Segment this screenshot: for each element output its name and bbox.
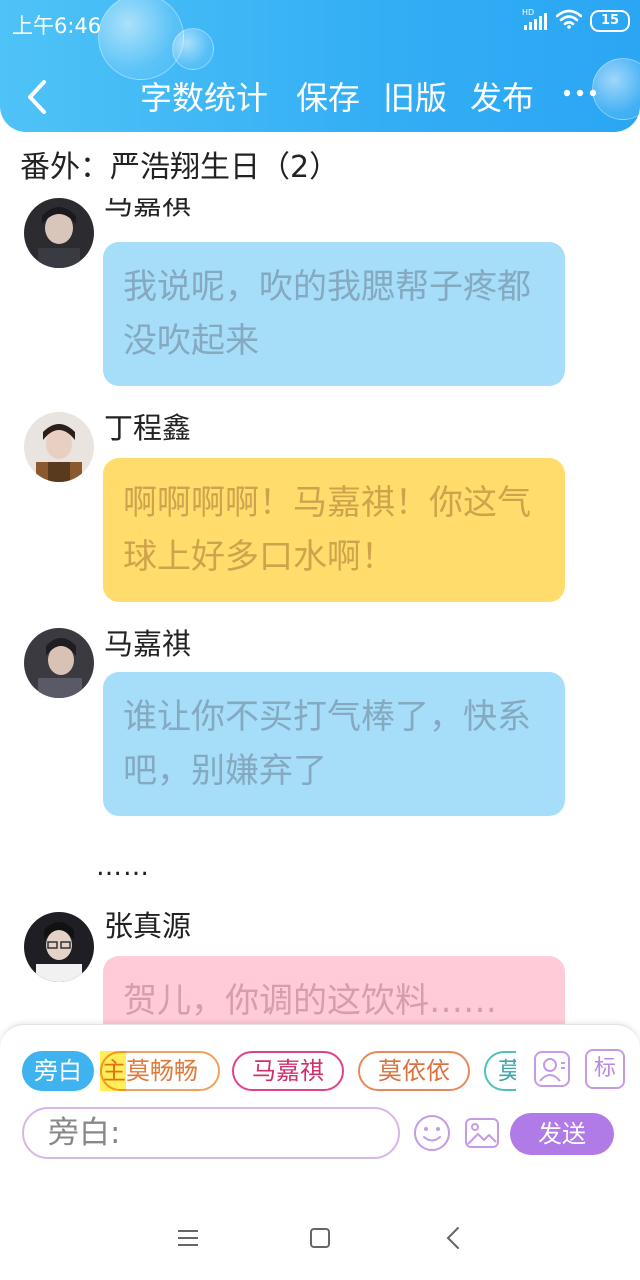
- tag-button[interactable]: 标: [585, 1049, 625, 1089]
- chevron-left-icon: [446, 1227, 459, 1249]
- square-home-icon: [310, 1228, 330, 1248]
- avatar[interactable]: [24, 198, 94, 268]
- word-count-button[interactable]: 字数统计: [140, 78, 268, 118]
- app-header: 上午6:46 HD 15 字数统计 保存 旧版 发布: [0, 0, 640, 132]
- message-item: 张真源 贺儿，你调的这饮料……: [0, 908, 640, 1024]
- composer-panel: 旁白 主莫畅畅 马嘉祺 莫依依 莫 标 旁白: 发送: [0, 1024, 640, 1199]
- avatar-photo: [24, 912, 94, 982]
- speaker-name: 丁程鑫: [104, 411, 192, 445]
- message-input[interactable]: 旁白:: [22, 1107, 400, 1159]
- image-button[interactable]: [462, 1113, 502, 1153]
- speaker-name: 马嘉祺: [104, 198, 192, 221]
- emoji-button[interactable]: [412, 1113, 452, 1153]
- hd-label: HD: [522, 8, 535, 17]
- avatar-photo: [24, 198, 94, 268]
- status-time: 上午6:46: [12, 14, 102, 38]
- menu-icon: [178, 1230, 198, 1246]
- status-bar: 上午6:46 HD 15: [0, 0, 640, 46]
- battery-icon: 15: [590, 10, 630, 32]
- system-navigation-bar: [0, 1198, 640, 1280]
- role-chip-majiaqi[interactable]: 马嘉祺: [232, 1051, 344, 1091]
- message-bubble[interactable]: 贺儿，你调的这饮料……: [103, 956, 565, 1024]
- more-button[interactable]: [560, 76, 600, 116]
- status-icons: HD 15: [522, 8, 630, 33]
- more-dots-icon: [563, 89, 597, 97]
- system-back-button[interactable]: [440, 1224, 468, 1252]
- home-button[interactable]: [306, 1224, 334, 1252]
- main-role-highlight: [100, 1051, 126, 1091]
- speaker-name: 张真源: [104, 909, 192, 943]
- role-manage-button[interactable]: [532, 1049, 572, 1089]
- user-card-icon: [534, 1051, 570, 1087]
- chevron-left-icon: [28, 80, 46, 114]
- avatar-photo: [24, 628, 94, 698]
- narration-text[interactable]: ……: [96, 852, 150, 882]
- toolbar: 字数统计 保存 旧版 发布: [0, 64, 640, 132]
- back-button[interactable]: [18, 74, 58, 120]
- message-bubble[interactable]: 我说呢，吹的我腮帮子疼都没吹起来: [103, 242, 565, 386]
- avatar[interactable]: [24, 912, 94, 982]
- save-button[interactable]: 保存: [296, 78, 360, 118]
- role-chip-narrator[interactable]: 旁白: [22, 1051, 94, 1091]
- speaker-name: 马嘉祺: [104, 627, 192, 661]
- avatar[interactable]: [24, 412, 94, 482]
- avatar[interactable]: [24, 628, 94, 698]
- message-item: 马嘉祺 我说呢，吹的我腮帮子疼都没吹起来: [0, 198, 640, 388]
- menu-button[interactable]: [174, 1224, 202, 1252]
- message-bubble[interactable]: 啊啊啊啊！马嘉祺！你这气球上好多口水啊！: [103, 458, 565, 602]
- old-version-button[interactable]: 旧版: [383, 78, 447, 118]
- avatar-photo: [24, 412, 94, 482]
- role-chip-moyiyi[interactable]: 莫依依: [358, 1051, 470, 1091]
- signal-icon: HD: [522, 8, 548, 31]
- publish-button[interactable]: 发布: [470, 78, 534, 118]
- smiley-icon: [414, 1115, 450, 1151]
- document-title[interactable]: 番外：严浩翔生日（2）: [20, 148, 339, 188]
- message-item: 马嘉祺 谁让你不买打气棒了，快系吧，别嫌弃了: [0, 626, 640, 826]
- send-button[interactable]: 发送: [510, 1113, 614, 1155]
- role-chip-more[interactable]: 莫: [484, 1051, 516, 1091]
- image-icon: [465, 1118, 499, 1148]
- message-bubble[interactable]: 谁让你不买打气棒了，快系吧，别嫌弃了: [103, 672, 565, 816]
- message-item: 丁程鑫 啊啊啊啊！马嘉祺！你这气球上好多口水啊！: [0, 410, 640, 610]
- wifi-icon: [555, 9, 583, 33]
